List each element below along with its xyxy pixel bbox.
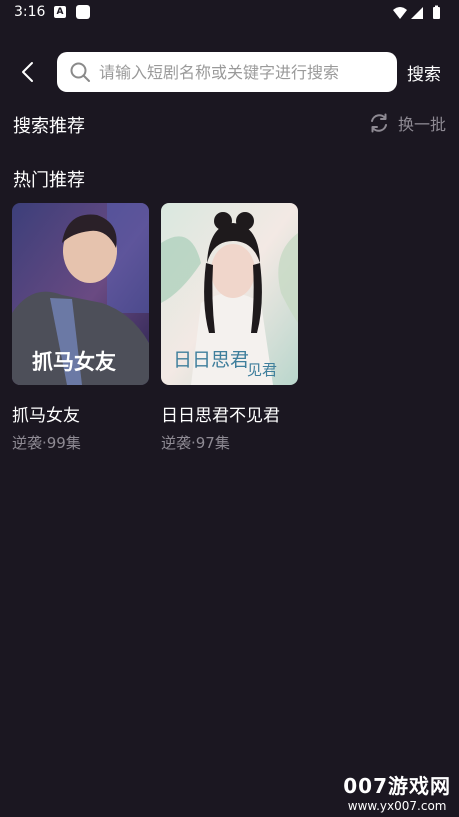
drama-card-1[interactable]: 抓马女友 抓马女友 逆袭·99集 xyxy=(12,203,149,453)
search-button[interactable]: 搜索 xyxy=(407,60,441,85)
watermark-logo: 007游戏网 xyxy=(343,774,451,798)
search-box[interactable] xyxy=(57,52,397,92)
wifi-icon xyxy=(393,7,407,19)
cover-title-1: 抓马女友 xyxy=(32,350,116,374)
drama-meta-2: 逆袭·97集 xyxy=(161,434,230,452)
cover-title-2b: 见君 xyxy=(247,361,277,379)
back-button[interactable] xyxy=(14,58,42,86)
drama-meta-1: 逆袭·99集 xyxy=(12,434,81,452)
signal-icon xyxy=(411,7,423,19)
status-time: 3:16 xyxy=(14,4,46,20)
chevron-left-icon xyxy=(22,62,33,82)
watermark: 007游戏网 www.yx007.com xyxy=(343,770,451,813)
drama-card-2[interactable]: 日日思君 见君 日日思君不见君 逆袭·97集 xyxy=(161,203,298,453)
drama-cover-1: 抓马女友 xyxy=(12,203,149,385)
refresh-icon xyxy=(370,113,387,133)
refresh-label: 换一批 xyxy=(397,115,446,134)
section-title-recommend: 搜索推荐 xyxy=(13,116,85,137)
drama-title-1: 抓马女友 xyxy=(12,406,80,426)
search-icon xyxy=(70,62,90,82)
section-title-hot: 热门推荐 xyxy=(13,170,85,191)
battery-icon xyxy=(433,7,440,19)
drama-cover-2: 日日思君 见君 xyxy=(161,203,298,385)
watermark-url: www.yx007.com xyxy=(347,799,447,813)
status-icons xyxy=(393,5,440,19)
status-bar: 3:16 A xyxy=(0,0,459,26)
cover-title-2: 日日思君 xyxy=(173,349,249,371)
notification-a-icon: A xyxy=(54,6,66,18)
notification-app-icon xyxy=(76,5,90,19)
drama-title-2: 日日思君不见君 xyxy=(161,406,280,426)
search-header: 搜索 xyxy=(0,52,459,92)
search-input[interactable] xyxy=(99,52,389,92)
refresh-button[interactable]: 换一批 xyxy=(368,110,446,136)
